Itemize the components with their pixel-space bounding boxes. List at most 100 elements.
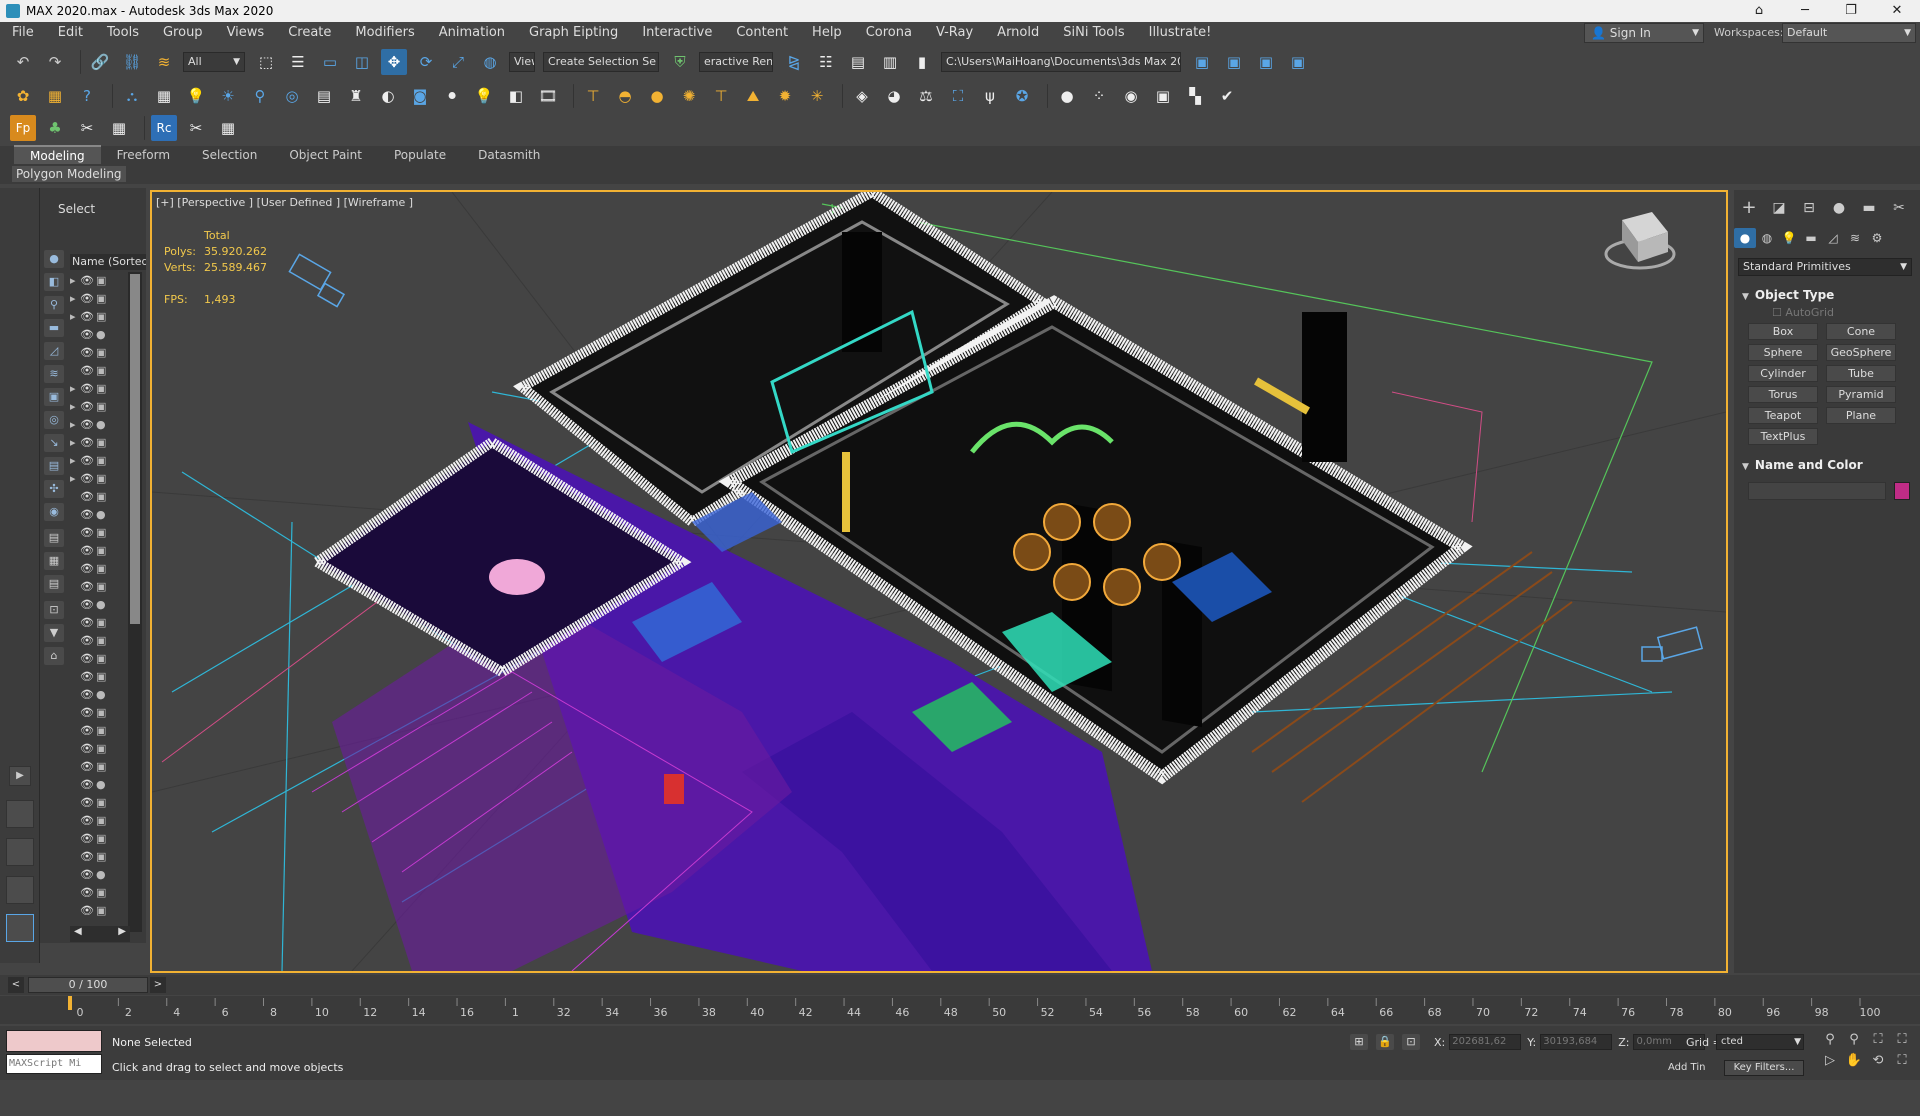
workspace-select[interactable]: Default ▼ <box>1782 23 1916 43</box>
eye-icon[interactable]: 👁 <box>80 742 94 755</box>
sign-in-button[interactable]: 👤 Sign In ▼ <box>1584 23 1704 43</box>
eye-icon[interactable]: 👁 <box>80 760 94 773</box>
eye-icon[interactable]: 👁 <box>80 850 94 863</box>
eye-icon[interactable]: 👁 <box>80 886 94 899</box>
teapot-button[interactable]: Teapot <box>1748 407 1818 424</box>
create-tab-icon[interactable]: + <box>1734 196 1764 220</box>
environment-icon[interactable]: ◕ <box>881 83 907 109</box>
vray-material-icon[interactable]: ▦ <box>151 83 177 109</box>
eye-icon[interactable]: 👁 <box>80 436 94 449</box>
sphere-material-icon[interactable]: ● <box>1054 83 1080 109</box>
time-slider-handle[interactable]: 0 / 100 <box>28 977 148 993</box>
selection-lock-icon[interactable]: 🔒 <box>1376 1034 1394 1050</box>
select-and-move-icon[interactable]: ✥ <box>381 49 407 75</box>
next-frame-icon[interactable]: > <box>150 977 166 993</box>
tab-selection[interactable]: Selection <box>186 146 273 164</box>
add-time-tag[interactable]: Add Tin <box>1668 1062 1705 1073</box>
helpers-icon[interactable]: ◿ <box>1822 228 1844 248</box>
previous-frame-icon[interactable]: < <box>8 977 24 993</box>
polygon-modeling-button[interactable]: Polygon Modeling <box>12 166 126 182</box>
torus-button[interactable]: Torus <box>1748 386 1818 403</box>
viewport-layout-1[interactable] <box>6 800 34 828</box>
vray-light-icon[interactable]: 💡 <box>183 83 209 109</box>
lights-icon[interactable]: 💡 <box>1778 228 1800 248</box>
autogrid-checkbox[interactable]: ☐ AutoGrid <box>1738 306 1914 319</box>
menu-file[interactable]: File <box>0 22 46 44</box>
current-frame-marker[interactable] <box>68 996 72 1010</box>
eye-icon[interactable]: 👁 <box>80 796 94 809</box>
geometry-icon[interactable]: ● <box>1734 228 1756 248</box>
tools-icon[interactable]: ✂ <box>74 115 100 141</box>
forest-pack-icon[interactable]: Fp <box>10 115 36 141</box>
display-helpers-icon[interactable]: ≋ <box>44 365 64 383</box>
menu-arnold[interactable]: Arnold <box>985 22 1051 44</box>
arnold-spotlight-icon[interactable]: ⊤ <box>580 83 606 109</box>
eye-icon[interactable]: 👁 <box>80 598 94 611</box>
eye-icon[interactable]: 👁 <box>80 670 94 683</box>
key-filters-button[interactable]: Key Filters... <box>1724 1060 1804 1076</box>
maxscript-listener-input[interactable]: MAXScript Mi <box>6 1054 102 1074</box>
vray-render-icon[interactable]: 🎞 <box>535 83 561 109</box>
vray-ies-icon[interactable]: ⚲ <box>247 83 273 109</box>
project-settings-icon[interactable]: ▣ <box>1253 49 1279 75</box>
x-coordinate-field[interactable]: 202681,62 <box>1449 1034 1522 1050</box>
name-and-color-header[interactable]: ▼ Name and Color <box>1738 456 1914 474</box>
eye-icon[interactable]: 👁 <box>80 526 94 539</box>
create-project-icon[interactable]: ▣ <box>1285 49 1311 75</box>
redo-icon[interactable]: ↷ <box>42 49 68 75</box>
menu-group[interactable]: Group <box>151 22 215 44</box>
reference-coordinate-select[interactable]: View <box>509 52 535 72</box>
spacewarps-icon[interactable]: ≋ <box>1844 228 1866 248</box>
arnold-mesh-light-icon[interactable]: ✺ <box>676 83 702 109</box>
eye-icon[interactable]: 👁 <box>80 580 94 593</box>
project-folder-select[interactable]: C:\Users\MaiHoang\Documents\3ds Max 2020… <box>941 52 1181 72</box>
absolute-mode-icon[interactable]: ⊡ <box>1402 1034 1420 1050</box>
vray-fur-icon[interactable]: ▤ <box>311 83 337 109</box>
motion-tab-icon[interactable]: ● <box>1824 196 1854 220</box>
material-browser-icon[interactable]: ◉ <box>1118 83 1144 109</box>
menu-sini-tools[interactable]: SiNi Tools <box>1051 22 1136 44</box>
eye-icon[interactable]: 👁 <box>80 274 94 287</box>
object-name-field[interactable] <box>1748 482 1886 500</box>
vray-sun-icon[interactable]: ☀ <box>215 83 241 109</box>
mirror-icon[interactable]: ⧎ <box>781 49 807 75</box>
layer-icon[interactable]: ⌂ <box>44 647 64 665</box>
eye-icon[interactable]: 👁 <box>80 346 94 359</box>
layer-explorer-icon[interactable]: ▥ <box>877 49 903 75</box>
ribbon-toggle-icon[interactable]: ▮ <box>909 49 935 75</box>
menu-interactive[interactable]: Interactive <box>630 22 724 44</box>
tab-populate[interactable]: Populate <box>378 146 462 164</box>
tab-modeling[interactable]: Modeling <box>14 145 101 165</box>
display-tab-icon[interactable]: ▬ <box>1854 196 1884 220</box>
corona-scatter-icon[interactable]: ✿ <box>10 83 36 109</box>
display-influences-icon[interactable]: ▤ <box>44 575 64 593</box>
railclone-tools-icon[interactable]: ✂ <box>183 115 209 141</box>
plane-button[interactable]: Plane <box>1826 407 1896 424</box>
interactive-render-icon[interactable]: ⛨ <box>667 49 693 75</box>
key-mode-select[interactable]: cted ▼ <box>1716 1034 1804 1050</box>
viewport-layout-4[interactable] <box>6 914 34 942</box>
eye-icon[interactable]: 👁 <box>80 310 94 323</box>
batch-render-icon[interactable]: ▚ <box>1182 83 1208 109</box>
eye-icon[interactable]: 👁 <box>80 292 94 305</box>
expand-icon[interactable]: ▸ <box>70 290 80 308</box>
interactive-render-button[interactable]: eractive Renai <box>699 52 773 72</box>
table-icon[interactable]: ▦ <box>106 115 132 141</box>
geosphere-button[interactable]: GeoSphere <box>1826 344 1896 361</box>
maximize-viewport-icon[interactable]: ⛶ <box>1892 1053 1912 1068</box>
display-cameras-icon[interactable]: ◿ <box>44 342 64 360</box>
scatter-icon[interactable]: ψ <box>977 83 1003 109</box>
zoom-extents-icon[interactable]: ⛶ <box>1868 1032 1888 1047</box>
menu-create[interactable]: Create <box>276 22 343 44</box>
pan-icon[interactable]: ✋ <box>1844 1053 1864 1068</box>
arnold-sun-icon[interactable]: ✹ <box>772 83 798 109</box>
display-geometry-icon[interactable]: ◧ <box>44 273 64 291</box>
eye-icon[interactable]: 👁 <box>80 508 94 521</box>
help-icon[interactable]: ⌂ <box>1736 0 1782 22</box>
expand-icon[interactable]: ▸ <box>70 434 80 452</box>
select-by-name-icon[interactable]: ☰ <box>285 49 311 75</box>
field-of-view-icon[interactable]: ▷ <box>1820 1053 1840 1068</box>
eye-icon[interactable]: 👁 <box>80 814 94 827</box>
menu-tools[interactable]: Tools <box>95 22 151 44</box>
eye-icon[interactable]: 👁 <box>80 778 94 791</box>
